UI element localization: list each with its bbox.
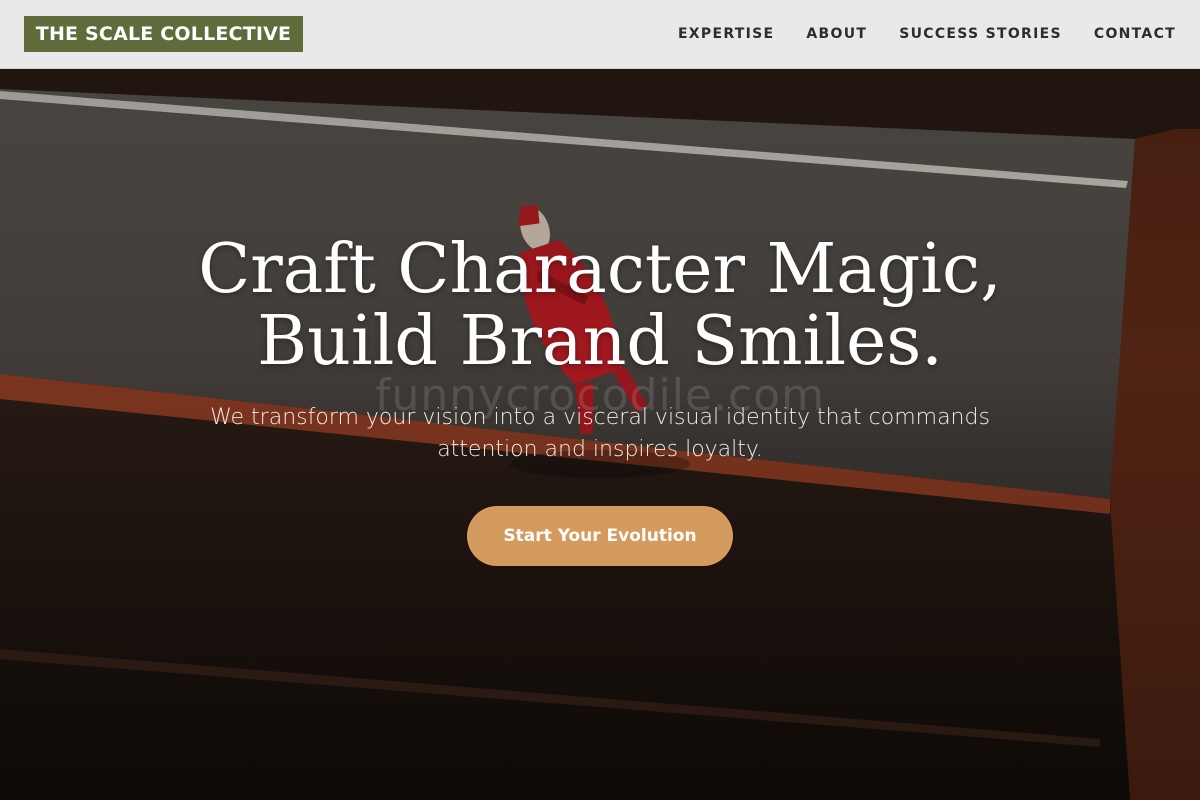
nav-link-contact[interactable]: CONTACT [1094,26,1176,42]
site-logo[interactable]: THE SCALE COLLECTIVE [24,16,303,52]
site-header: THE SCALE COLLECTIVE EXPERTISE ABOUT SUC… [0,0,1200,69]
nav-link-about[interactable]: ABOUT [806,26,867,42]
hero-subheadline-line1: We transform your vision into a visceral… [210,405,990,430]
nav-link-success-stories[interactable]: SUCCESS STORIES [899,26,1062,42]
hero-subheadline-line2: attention and inspires loyalty. [437,437,763,462]
start-evolution-button[interactable]: Start Your Evolution [467,506,733,566]
nav-link-expertise[interactable]: EXPERTISE [678,26,774,42]
hero-headline: Craft Character Magic, Build Brand Smile… [100,234,1100,378]
hero-subheadline: We transform your vision into a visceral… [170,402,1030,466]
hero-headline-line1: Craft Character Magic, [198,230,1002,309]
main-nav: EXPERTISE ABOUT SUCCESS STORIES CONTACT [678,0,1176,68]
